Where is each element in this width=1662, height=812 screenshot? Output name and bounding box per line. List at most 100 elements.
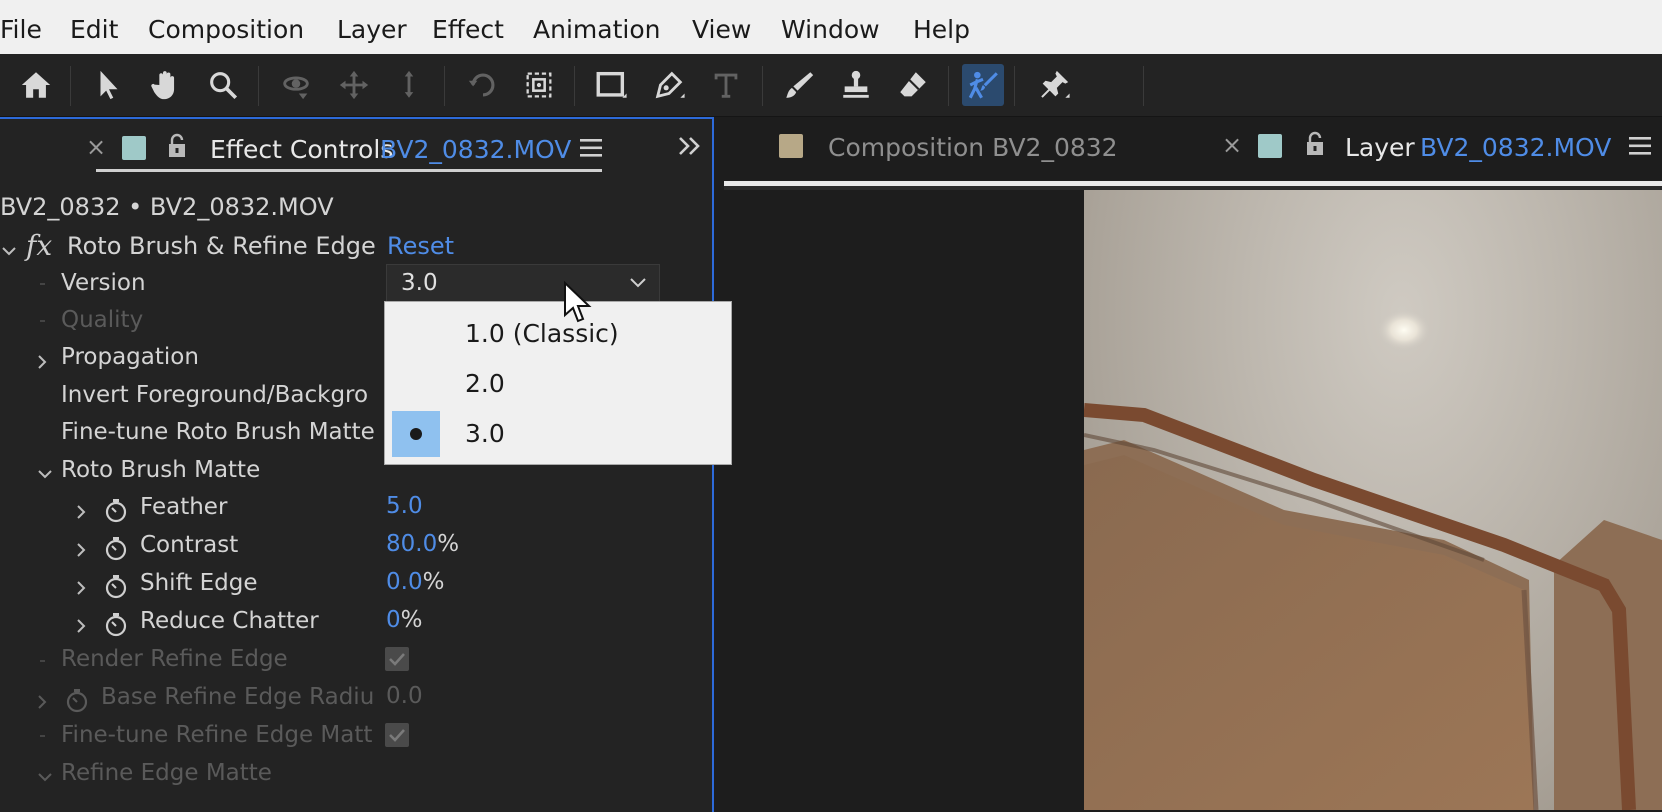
shift-edge-number: 0.0 <box>386 569 423 595</box>
render-refine-checkbox[interactable] <box>385 647 409 671</box>
lock-icon[interactable] <box>166 133 188 163</box>
effect-controls-tab-title[interactable]: Effect Controls <box>210 135 393 164</box>
roto-brush-tool-icon[interactable] <box>962 64 1004 106</box>
layer-footage-image[interactable] <box>1084 190 1662 810</box>
dropdown-option-label: 2.0 <box>465 369 505 398</box>
finetune-roto-label: Fine-tune Roto Brush Matte <box>61 419 375 445</box>
checkmark-icon <box>389 653 405 666</box>
version-dropdown-menu: 1.0 (Classic) 2.0 3.0 <box>384 301 732 465</box>
dropdown-option-label: 1.0 (Classic) <box>465 319 619 348</box>
fx-icon[interactable]: fx <box>26 229 52 262</box>
shift-edge-label: Shift Edge <box>140 570 258 596</box>
chevron-right-icon[interactable] <box>72 579 90 597</box>
version-select[interactable]: 3.0 <box>386 264 660 302</box>
stopwatch-icon[interactable] <box>103 535 129 561</box>
menu-view[interactable]: View <box>692 15 751 44</box>
chevron-right-icon[interactable] <box>72 541 90 559</box>
finetune-refine-checkbox[interactable] <box>385 723 409 747</box>
reduce-chatter-value[interactable]: 0% <box>386 607 423 633</box>
chevron-down-icon[interactable] <box>0 242 18 260</box>
panel-menu-icon[interactable] <box>580 138 602 162</box>
reset-link[interactable]: Reset <box>387 232 454 260</box>
close-tab-icon[interactable]: × <box>1222 131 1242 159</box>
rectangle-tool-icon[interactable] <box>590 64 632 106</box>
close-tab-icon[interactable]: × <box>86 133 106 161</box>
layer-path: BV2_0832 • BV2_0832.MOV <box>0 193 334 221</box>
composition-tab[interactable]: Composition BV2_0832 <box>828 133 1118 162</box>
shift-edge-unit: % <box>422 569 445 595</box>
propagation-label: Propagation <box>61 344 199 370</box>
label-color-swatch <box>122 136 146 160</box>
reduce-chatter-unit: % <box>400 607 423 633</box>
menu-effect[interactable]: Effect <box>432 15 504 44</box>
eraser-tool-icon[interactable] <box>892 64 934 106</box>
contrast-value[interactable]: 80.0% <box>386 531 459 557</box>
brush-tool-icon[interactable] <box>778 64 820 106</box>
feather-label: Feather <box>140 494 228 520</box>
active-tab-underline <box>96 169 602 172</box>
dropdown-option-1[interactable]: 1.0 (Classic) <box>385 311 731 357</box>
row-bullet <box>40 320 45 322</box>
quality-label: Quality <box>61 307 144 333</box>
dropdown-option-3[interactable]: 3.0 <box>385 411 731 457</box>
expand-panels-icon[interactable] <box>677 135 703 161</box>
toolbar-separator <box>258 66 259 106</box>
composition-color-swatch <box>779 134 803 158</box>
menu-animation[interactable]: Animation <box>533 15 660 44</box>
lock-icon[interactable] <box>1304 131 1326 161</box>
pan-behind-tool-icon[interactable] <box>518 64 560 106</box>
contrast-unit: % <box>437 531 460 557</box>
shift-edge-value[interactable]: 0.0% <box>386 569 444 595</box>
layer-tab-title[interactable]: Layer <box>1345 133 1415 162</box>
selection-tool-icon[interactable] <box>88 64 130 106</box>
chevron-down-icon[interactable] <box>36 465 54 483</box>
toolbar-separator <box>444 66 445 106</box>
menu-layer[interactable]: Layer <box>337 15 407 44</box>
effect-name: Roto Brush & Refine Edge <box>67 232 376 260</box>
base-refine-value: 0.0 <box>386 683 423 709</box>
dolly-camera-icon[interactable] <box>388 64 430 106</box>
chevron-right-icon[interactable] <box>72 617 90 635</box>
puppet-pin-tool-icon[interactable] <box>1033 64 1075 106</box>
menu-edit[interactable]: Edit <box>70 15 118 44</box>
chevron-right-icon[interactable] <box>72 503 90 521</box>
chevron-right-icon[interactable] <box>33 353 51 371</box>
pan-camera-icon[interactable] <box>333 64 375 106</box>
toolbar-separator <box>762 66 763 106</box>
layer-tab-file[interactable]: BV2_0832.MOV <box>1420 133 1611 162</box>
orbit-camera-icon[interactable] <box>275 64 317 106</box>
effect-controls-tab-file[interactable]: BV2_0832.MOV <box>380 135 571 164</box>
refine-matte-label: Refine Edge Matte <box>61 760 272 786</box>
invert-label: Invert Foreground/Backgro <box>61 382 369 408</box>
menu-window[interactable]: Window <box>781 15 880 44</box>
feather-value[interactable]: 5.0 <box>386 493 423 519</box>
row-bullet <box>40 660 45 662</box>
row-bullet <box>40 283 45 285</box>
chevron-right-icon[interactable] <box>33 693 51 711</box>
contrast-label: Contrast <box>140 532 239 558</box>
menu-help[interactable]: Help <box>913 15 970 44</box>
stopwatch-icon[interactable] <box>103 573 129 599</box>
dropdown-option-label: 3.0 <box>465 419 505 448</box>
chevron-down-icon <box>630 278 646 288</box>
zoom-tool-icon[interactable] <box>202 64 244 106</box>
reduce-chatter-label: Reduce Chatter <box>140 608 319 634</box>
clone-stamp-tool-icon[interactable] <box>835 64 877 106</box>
roto-matte-label: Roto Brush Matte <box>61 457 261 483</box>
pen-tool-icon[interactable] <box>648 64 690 106</box>
stopwatch-icon[interactable] <box>103 497 129 523</box>
stopwatch-icon[interactable] <box>103 611 129 637</box>
home-icon[interactable] <box>15 64 57 106</box>
dropdown-option-2[interactable]: 2.0 <box>385 361 731 407</box>
panel-menu-icon[interactable] <box>1629 136 1651 160</box>
menu-composition[interactable]: Composition <box>148 15 304 44</box>
type-tool-icon[interactable] <box>705 64 747 106</box>
render-refine-label: Render Refine Edge <box>61 646 288 672</box>
chevron-down-icon[interactable] <box>36 768 54 786</box>
finetune-refine-label: Fine-tune Refine Edge Matt <box>61 722 373 748</box>
menu-file[interactable]: File <box>0 15 42 44</box>
checkmark-icon <box>389 729 405 742</box>
reduce-chatter-number: 0 <box>386 607 401 633</box>
hand-tool-icon[interactable] <box>144 64 186 106</box>
rotation-tool-icon[interactable] <box>462 64 504 106</box>
